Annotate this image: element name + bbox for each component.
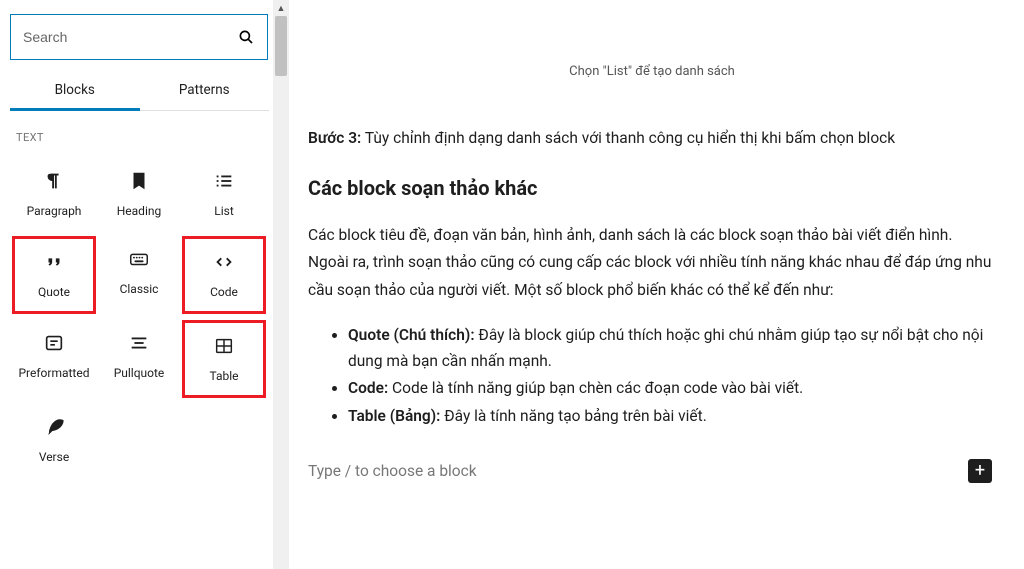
block-label: Verse: [39, 450, 69, 464]
step-label: Bước 3:: [308, 129, 361, 147]
block-grid: Paragraph Heading List Quote Classic: [10, 158, 269, 476]
search-icon: [237, 28, 255, 46]
block-verse[interactable]: Verse: [12, 404, 96, 476]
block-inserter-panel: Blocks Patterns TEXT Paragraph Heading L…: [0, 0, 280, 569]
tab-blocks[interactable]: Blocks: [10, 72, 140, 110]
block-list[interactable]: List: [182, 158, 266, 230]
step-text: Tùy chỉnh định dạng danh sách với thanh …: [361, 129, 895, 147]
list-item-label: Table (Bảng):: [348, 407, 440, 425]
placeholder-text: Type / to choose a block: [308, 462, 477, 480]
search-input[interactable]: [23, 29, 237, 45]
code-icon: [213, 249, 235, 275]
preformatted-icon: [43, 330, 65, 356]
block-label: Paragraph: [27, 204, 82, 218]
editor-content: Chọn "List" để tạo danh sách Bước 3: Tùy…: [280, 0, 1024, 569]
block-description-list[interactable]: Quote (Chú thích): Đây là block giúp chú…: [308, 322, 996, 429]
keyboard-icon: [128, 246, 150, 272]
block-label: List: [214, 204, 234, 218]
block-table[interactable]: Table: [182, 320, 266, 398]
block-label: Table: [209, 369, 238, 383]
plus-icon: +: [975, 462, 985, 480]
list-item[interactable]: Quote (Chú thích): Đây là block giúp chú…: [348, 322, 996, 375]
block-label: Preformatted: [18, 366, 89, 380]
list-item-label: Quote (Chú thích):: [348, 326, 475, 344]
table-icon: [213, 333, 235, 359]
block-code[interactable]: Code: [182, 236, 266, 314]
list-item-text: Đây là tính năng tạo bảng trên bài viết.: [440, 407, 706, 425]
intro-paragraph[interactable]: Các block tiêu đề, đoạn văn bản, hình ản…: [308, 222, 996, 303]
block-preformatted[interactable]: Preformatted: [12, 320, 96, 398]
block-classic[interactable]: Classic: [97, 236, 181, 314]
block-heading[interactable]: Heading: [97, 158, 181, 230]
block-label: Quote: [38, 285, 70, 299]
quote-icon: [43, 249, 65, 275]
image-caption[interactable]: Chọn "List" để tạo danh sách: [308, 64, 996, 79]
step-3-paragraph[interactable]: Bước 3: Tùy chỉnh định dạng danh sách vớ…: [308, 127, 996, 150]
block-label: Classic: [120, 282, 159, 296]
section-label-text: TEXT: [10, 127, 269, 158]
block-quote[interactable]: Quote: [12, 236, 96, 314]
new-block-placeholder[interactable]: Type / to choose a block +: [308, 459, 996, 483]
list-item-text: Code là tính năng giúp bạn chèn các đoạn…: [388, 379, 803, 397]
block-pullquote[interactable]: Pullquote: [97, 320, 181, 398]
feather-icon: [43, 414, 65, 440]
add-block-button[interactable]: +: [968, 459, 992, 483]
block-label: Pullquote: [114, 366, 165, 380]
block-paragraph[interactable]: Paragraph: [12, 158, 96, 230]
heading-other-blocks[interactable]: Các block soạn thảo khác: [308, 176, 996, 200]
search-field-wrapper[interactable]: [10, 14, 268, 60]
paragraph-icon: [43, 168, 65, 194]
block-label: Code: [210, 285, 238, 299]
bookmark-icon: [128, 168, 150, 194]
list-item[interactable]: Code: Code là tính năng giúp bạn chèn cá…: [348, 375, 996, 401]
list-icon: [213, 168, 235, 194]
list-item[interactable]: Table (Bảng): Đây là tính năng tạo bảng …: [348, 403, 996, 429]
pullquote-icon: [128, 330, 150, 356]
tab-patterns[interactable]: Patterns: [140, 72, 270, 110]
block-label: Heading: [117, 204, 162, 218]
list-item-label: Code:: [348, 379, 388, 397]
inserter-tabs: Blocks Patterns: [10, 72, 269, 111]
